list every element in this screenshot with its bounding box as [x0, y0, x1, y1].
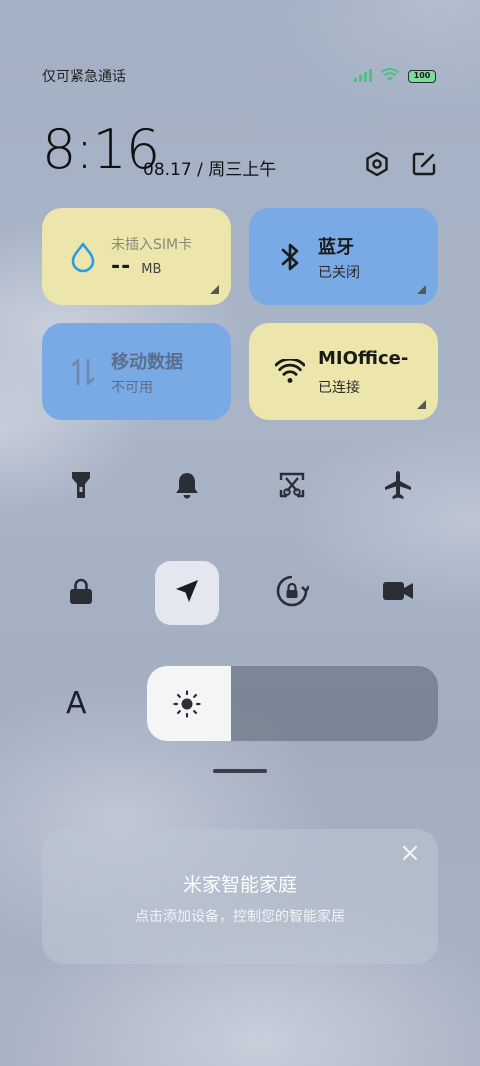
rotation-lock-icon	[275, 574, 311, 612]
drag-handle[interactable]	[213, 769, 267, 773]
status-carrier-text: 仅可紧急通话	[42, 69, 126, 85]
flashlight-icon	[68, 469, 94, 505]
water-drop-icon	[68, 240, 98, 274]
smart-home-card[interactable]: 米家智能家庭 点击添加设备，控制您的智能家居	[42, 829, 438, 964]
airplane-icon	[382, 469, 414, 505]
tile-wifi[interactable]: MIOffice- 已连接	[249, 323, 438, 420]
toggle-screen-record[interactable]	[366, 561, 430, 625]
toggle-flashlight[interactable]	[49, 455, 113, 519]
expand-corner-icon	[210, 285, 219, 294]
toggle-screenshot[interactable]	[260, 455, 324, 519]
tile-data-usage[interactable]: 未插入SIM卡 -- MB	[42, 208, 231, 305]
sun-icon	[173, 690, 201, 718]
tile-data-usage-value: --	[111, 254, 132, 279]
bell-icon	[173, 470, 201, 504]
tile-mobile-data-title: 移动数据	[111, 352, 183, 373]
date-text: 08.17 / 周三上午	[143, 160, 277, 180]
tile-bluetooth[interactable]: 蓝牙 已关闭	[249, 208, 438, 305]
wifi-status-icon	[380, 67, 400, 86]
bluetooth-icon	[275, 240, 305, 274]
clock-time: 8:16	[42, 118, 160, 181]
status-icons: 100	[354, 67, 436, 86]
tile-data-usage-unit: MB	[141, 262, 162, 277]
smart-home-title: 米家智能家庭	[182, 874, 297, 896]
expand-corner-icon	[417, 285, 426, 294]
toggle-lock-screen[interactable]	[49, 561, 113, 625]
toggle-silent[interactable]	[155, 455, 219, 519]
toggle-airplane[interactable]	[366, 455, 430, 519]
tile-mobile-data-status: 不可用	[111, 380, 153, 396]
mobile-data-icon	[68, 355, 98, 389]
signal-icon	[354, 67, 372, 86]
brightness-slider[interactable]	[147, 666, 438, 741]
tile-data-usage-title: 未插入SIM卡	[111, 237, 193, 253]
tile-wifi-title: MIOffice-	[318, 348, 409, 369]
tile-wifi-status: 已连接	[318, 380, 360, 396]
settings-icon[interactable]	[363, 150, 391, 178]
auto-brightness-button[interactable]: A	[66, 686, 87, 721]
tile-bluetooth-title: 蓝牙	[318, 237, 354, 258]
wifi-icon	[275, 355, 305, 389]
expand-corner-icon	[417, 400, 426, 409]
location-arrow-icon	[174, 578, 200, 608]
lock-icon	[68, 577, 94, 609]
battery-icon: 100	[408, 70, 436, 83]
screenshot-icon	[278, 471, 306, 503]
tile-mobile-data[interactable]: 移动数据 不可用	[42, 323, 231, 420]
smart-home-subtitle: 点击添加设备，控制您的智能家居	[135, 909, 345, 925]
edit-icon[interactable]	[410, 150, 438, 178]
toggle-location[interactable]	[155, 561, 219, 625]
toggle-rotation-lock[interactable]	[260, 561, 324, 625]
close-icon[interactable]	[398, 841, 422, 865]
video-camera-icon	[382, 580, 414, 606]
tile-bluetooth-status: 已关闭	[318, 265, 360, 281]
